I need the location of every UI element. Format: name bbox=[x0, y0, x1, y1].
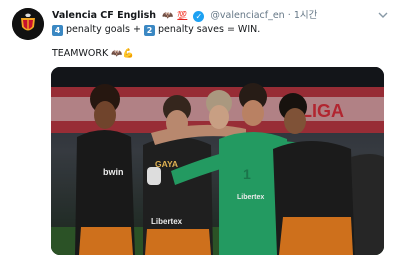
tweet-text-segment: penalty saves = WIN. bbox=[155, 24, 261, 35]
tweet-text-segment: TEAMWORK bbox=[52, 48, 112, 59]
keycap-number-icon: 4 bbox=[52, 25, 63, 36]
tweet-photo[interactable]: LIGA bwin GAYA Libertex 1 Libertex bbox=[51, 67, 384, 255]
tweet-header: Valencia CF English 🦇 💯 ✓ @valenciacf_en… bbox=[52, 9, 382, 23]
tweet-text-line-2: TEAMWORK 🦇💪 bbox=[52, 47, 134, 61]
tweet-text-segment: penalty goals + bbox=[63, 24, 144, 35]
display-name[interactable]: Valencia CF English bbox=[52, 10, 156, 21]
user-handle[interactable]: @valenciacf_en bbox=[210, 10, 284, 21]
timestamp[interactable]: 1시간 bbox=[294, 10, 318, 21]
keycap-number-icon: 2 bbox=[144, 25, 155, 36]
hundred-points-emoji-icon: 💯 bbox=[177, 11, 188, 20]
flexed-biceps-emoji-icon: 💪 bbox=[122, 49, 134, 59]
tweet-card: Valencia CF English 🦇 💯 ✓ @valenciacf_en… bbox=[0, 0, 400, 260]
separator-dot: · bbox=[287, 10, 291, 21]
chevron-down-icon[interactable] bbox=[376, 8, 390, 22]
bat-emoji-icon: 🦇 bbox=[111, 49, 123, 59]
verified-badge-icon: ✓ bbox=[193, 11, 205, 22]
bat-emoji-icon: 🦇 bbox=[162, 11, 174, 21]
avatar[interactable] bbox=[12, 8, 44, 40]
team-celebration-photo: LIGA bwin GAYA Libertex 1 Libertex bbox=[51, 67, 384, 255]
valencia-crest-icon bbox=[12, 8, 44, 40]
tweet-text-line-1: 4 penalty goals + 2 penalty saves = WIN. bbox=[52, 23, 260, 37]
